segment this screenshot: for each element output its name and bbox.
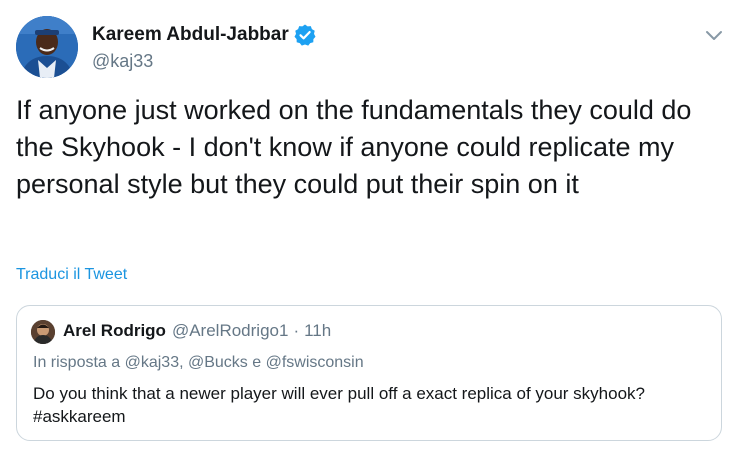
reply-context: In risposta a @kaj33, @Bucks e @fswiscon… <box>33 354 364 371</box>
quoted-author-handle[interactable]: @ArelRodrigo1 <box>172 321 288 341</box>
quoted-author-avatar[interactable] <box>31 320 55 344</box>
tweet-card: Kareem Abdul-Jabbar @kaj33 If anyone jus… <box>0 0 738 462</box>
translate-tweet-link[interactable]: Traduci il Tweet <box>16 266 127 284</box>
chevron-down-icon[interactable] <box>703 24 725 46</box>
author-name[interactable]: Kareem Abdul-Jabbar <box>92 24 289 46</box>
quoted-author-name[interactable]: Arel Rodrigo <box>63 321 166 341</box>
quoted-timestamp[interactable]: 11h <box>304 321 331 341</box>
header-separator: · <box>293 321 300 340</box>
author-avatar[interactable] <box>16 16 78 78</box>
verified-badge-icon <box>294 24 316 46</box>
quoted-avatar-photo <box>31 320 55 344</box>
quoted-header: Arel Rodrigo @ArelRodrigo1 · 11h <box>63 321 331 341</box>
quoted-text: Do you think that a newer player will ev… <box>33 384 645 426</box>
quoted-tweet[interactable]: Arel Rodrigo @ArelRodrigo1 · 11h In risp… <box>16 305 722 441</box>
author-info: Kareem Abdul-Jabbar @kaj33 <box>92 22 317 72</box>
tweet-text: If anyone just worked on the fundamental… <box>16 95 692 199</box>
author-name-row: Kareem Abdul-Jabbar <box>92 22 317 48</box>
author-handle[interactable]: @kaj33 <box>92 51 317 72</box>
avatar-photo <box>16 16 78 78</box>
